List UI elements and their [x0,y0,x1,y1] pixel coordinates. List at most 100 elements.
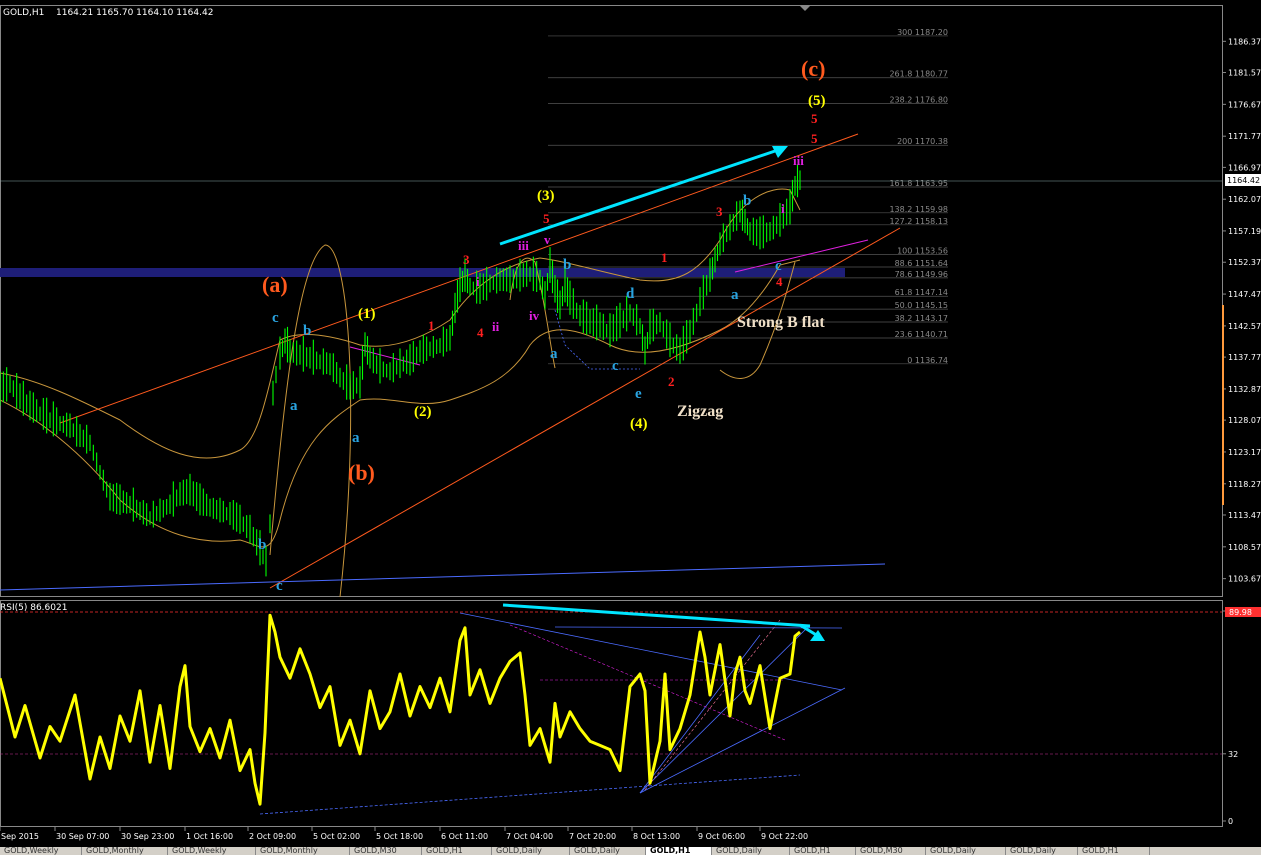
wave-label: d [626,286,635,302]
rsi-header: RSI(5) 86.6021 [0,603,67,613]
fib-level-label: 138.2 1159.98 [889,205,948,214]
wave-label: c [612,358,619,374]
fib-level-label: 261.8 1180.77 [889,70,948,79]
wave-label: b [303,323,311,339]
wave-label: e [635,386,642,402]
price-tick-label: 1171.77 [1228,132,1261,141]
wave-label: (2) [414,404,432,420]
wave-label: (3) [537,188,555,204]
price-tick-label: 1166.97 [1228,163,1261,172]
chart-tab[interactable]: GOLD,H1 [422,847,492,855]
wave-label: (c) [801,56,825,81]
wave-label: 4 [776,274,783,289]
chart-tab[interactable]: GOLD,Daily [570,847,646,855]
wave-label: (b) [348,460,375,485]
chart-tab[interactable]: GOLD,M30 [350,847,422,855]
chart-tab[interactable]: GOLD,H1 [1078,847,1150,855]
price-tick-label: 1103.67 [1228,575,1261,584]
wave-label: b [563,257,571,273]
wave-label: 1 [661,250,668,265]
chart-tab[interactable]: GOLD,Weekly [168,847,256,855]
chart-quote: 1164.21 1165.70 1164.10 1164.42 [56,8,213,18]
wave-label: b [258,537,266,553]
time-tick-label: Sep 2015 [1,832,39,841]
price-tick-label: 1128.07 [1228,416,1261,425]
rsi-tick-label: 32 [1228,750,1238,759]
time-tick-label: 5 Oct 02:00 [313,832,360,841]
chart-tab[interactable]: GOLD,Weekly [0,847,82,855]
price-tick-label: 1123.17 [1228,448,1261,457]
wave-label: i [476,274,480,289]
wave-label: (a) [262,272,288,297]
time-tick-label: 6 Oct 11:00 [441,832,488,841]
time-tick-label: 2 Oct 09:00 [249,832,296,841]
time-tick-label: 9 Oct 22:00 [761,832,808,841]
wave-label: c [276,578,283,594]
time-tick-label: 30 Sep 23:00 [121,832,174,841]
wave-label: (4) [630,416,648,432]
chart-tab[interactable]: GOLD,Daily [492,847,570,855]
price-tick-label: 1181.57 [1228,69,1261,78]
wave-label: iii [793,153,804,168]
time-axis: Sep 2015 30 Sep 07:00 30 Sep 23:00 1 Oct 16… [0,827,808,841]
price-tick-label: 1157.19 [1228,227,1261,236]
current-price-label: 1164.42 [1227,176,1260,185]
rsi-panel[interactable] [0,600,1223,827]
wave-label: c [775,258,782,274]
wave-label: 3 [716,204,723,219]
wave-label: 5 [811,131,818,146]
rsi-tick-label: 0 [1228,817,1233,826]
price-tick-label: 1186.37 [1228,37,1261,46]
fib-level-label: 23.6 1140.71 [895,330,948,339]
wave-label: 5 [811,111,818,126]
price-axis: 1186.37 1181.57 1176.67 1171.77 1166.97 1162.… [1222,37,1261,584]
chart-tabs: GOLD,Weekly GOLD,Monthly GOLD,Weekly GOLD,M… [0,847,1261,855]
wave-label: v [544,232,551,247]
wave-label: iii [518,238,529,253]
price-panel[interactable] [0,5,1223,597]
trading-chart[interactable]: 300 1187.20 261.8 1180.77 238.2 1176.80 200… [0,0,1261,855]
fib-level-label: 300 1187.20 [897,28,948,37]
price-tick-label: 1176.67 [1228,100,1261,109]
price-tick-label: 1137.77 [1228,353,1261,362]
price-tick-label: 1108.57 [1228,543,1261,552]
chart-tab[interactable]: GOLD,H1 [790,847,856,855]
wave-label: (5) [808,93,826,109]
fib-level-label: 38.2 1143.17 [895,314,948,323]
chart-tab[interactable]: GOLD,Daily [712,847,790,855]
chart-tab[interactable]: GOLD,Monthly [82,847,168,855]
fib-level-label: 161.8 1163.95 [889,179,948,188]
chart-tab[interactable]: GOLD,Daily [926,847,1006,855]
price-tick-label: 1147.47 [1228,290,1261,299]
price-tick-label: 1132.87 [1228,385,1261,394]
wave-label: b [743,193,751,209]
wave-label: Strong B flat [737,314,825,331]
wave-label: a [290,398,298,414]
wave-label: 1 [428,318,435,333]
time-tick-label: 5 Oct 18:00 [376,832,423,841]
price-scale-marker [1222,305,1224,505]
chart-tab[interactable]: GOLD,Daily [1006,847,1078,855]
fib-level-label: 200 1170.38 [897,137,948,146]
time-tick-label: 7 Oct 20:00 [569,832,616,841]
wave-label: i [781,201,785,216]
rsi-level-label: 89.98 [1229,608,1252,617]
fib-level-label: 238.2 1176.80 [889,96,948,105]
price-tick-label: 1162.07 [1228,195,1261,204]
chart-tab[interactable]: GOLD,M30 [856,847,926,855]
wave-label: c [272,310,279,326]
fib-level-label: 78.6 1149.96 [895,270,948,279]
time-tick-label: 8 Oct 13:00 [633,832,680,841]
chart-tab[interactable]: GOLD,H1 [646,847,712,855]
price-tick-label: 1142.57 [1228,322,1261,331]
time-tick-label: 7 Oct 04:00 [506,832,553,841]
fib-level-label: 0 1136.74 [907,356,948,365]
chart-symbol: GOLD,H1 [3,8,44,18]
fib-level-label: 100 1153.56 [897,247,948,256]
fib-level-label: 61.8 1147.14 [895,288,948,297]
time-tick-label: 9 Oct 06:00 [698,832,745,841]
fib-level-label: 88.6 1151.64 [895,259,948,268]
wave-label: a [731,287,739,303]
chart-tab[interactable]: GOLD,Monthly [256,847,350,855]
wave-label: ii [492,319,500,334]
